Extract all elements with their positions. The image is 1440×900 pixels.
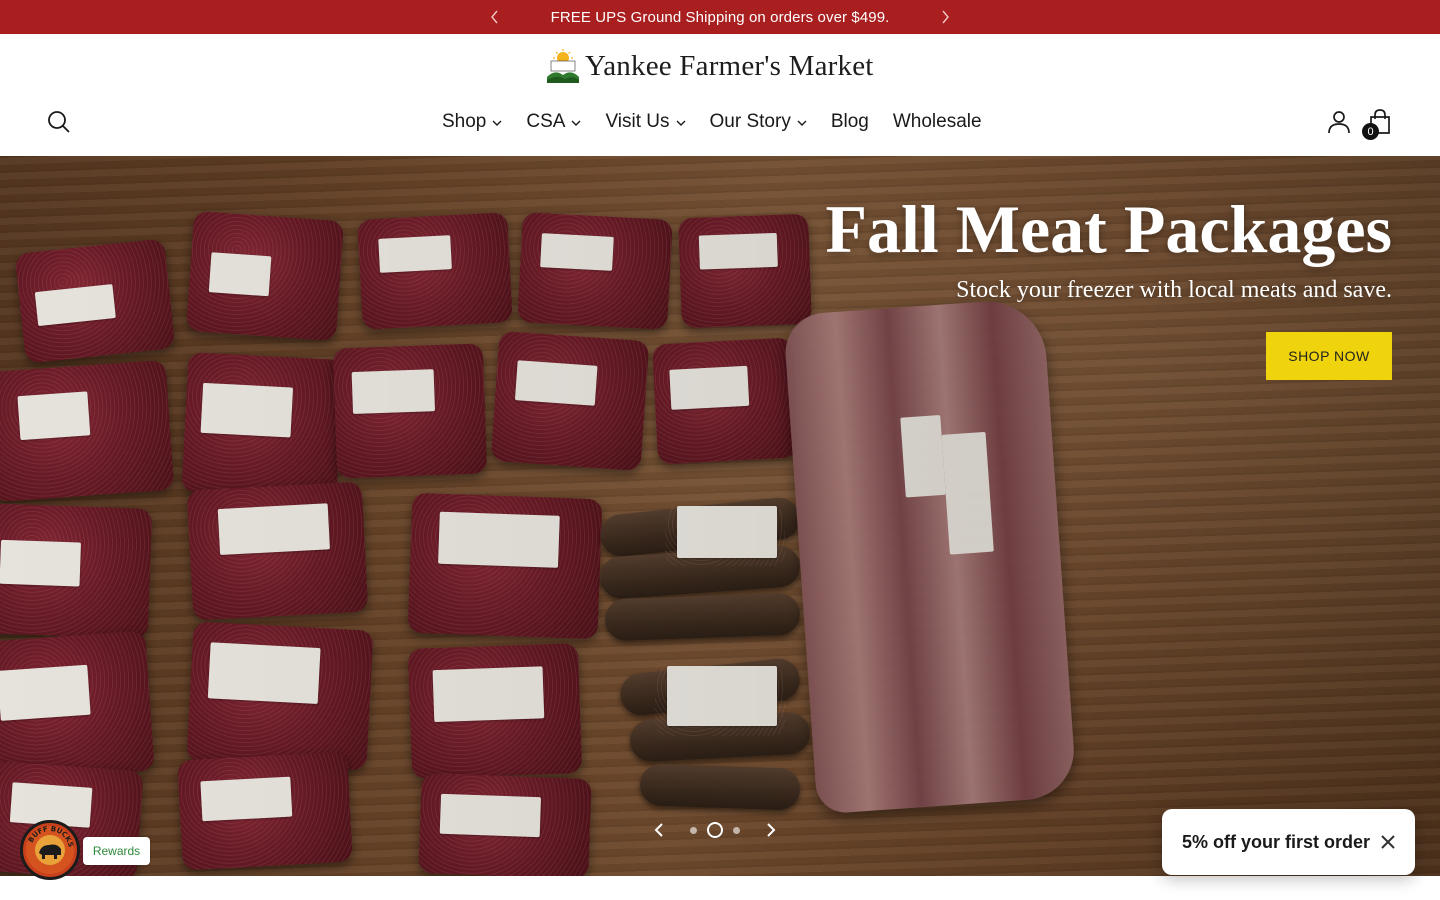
announcement-text[interactable]: FREE UPS Ground Shipping on orders over … — [551, 9, 890, 26]
slider-dot-2[interactable] — [707, 822, 723, 838]
search-icon — [48, 111, 70, 133]
nav-item-label: Our Story — [709, 111, 791, 132]
rewards-badge[interactable]: BUFF BUCKS — [20, 820, 80, 880]
user-icon — [1328, 111, 1350, 134]
hero-title: Fall Meat Packages — [825, 191, 1392, 267]
nav-item-label: Wholesale — [892, 111, 982, 132]
site-logo[interactable]: Yankee Farmer's Market — [547, 48, 874, 84]
slider-prev-button[interactable] — [648, 819, 670, 841]
shop-now-button[interactable]: SHOP NOW — [1266, 331, 1392, 380]
nav-item-our-story[interactable]: Our Story — [710, 111, 807, 133]
rewards-button[interactable]: Rewards — [83, 837, 150, 865]
discount-text: 5% off your first order — [1182, 831, 1371, 852]
announcement-bar: FREE UPS Ground Shipping on orders over … — [0, 0, 1440, 34]
nav-item-label: Visit Us — [605, 111, 670, 132]
nav-item-visit-us[interactable]: Visit Us — [605, 111, 686, 133]
discount-popup[interactable]: 5% off your first order — [1162, 809, 1415, 875]
nav-item-label: CSA — [526, 111, 566, 132]
slider-controls — [648, 818, 782, 842]
hero-content: Fall Meat Packages Stock your freezer wi… — [825, 192, 1392, 380]
announcement-next-button[interactable] — [936, 8, 954, 26]
site-header: Yankee Farmer's Market Shop CSA Visit Us… — [0, 34, 1440, 156]
close-icon — [1381, 835, 1395, 849]
search-button[interactable] — [46, 109, 72, 135]
chevron-right-icon — [942, 10, 949, 24]
chevron-left-icon — [654, 823, 663, 837]
chevron-left-icon — [491, 10, 498, 24]
nav-item-shop[interactable]: Shop — [442, 111, 502, 133]
discount-close-button[interactable] — [1379, 833, 1397, 851]
nav-item-csa[interactable]: CSA — [526, 111, 581, 133]
chevron-down-icon — [797, 120, 807, 126]
slider-dots — [690, 822, 740, 838]
main-nav: Shop CSA Visit Us Our Story Blog Wholesa… — [442, 108, 982, 136]
hero-subtitle: Stock your freezer with local meats and … — [956, 276, 1392, 303]
chevron-down-icon — [492, 120, 502, 126]
chevron-down-icon — [571, 120, 581, 126]
announcement-prev-button[interactable] — [486, 8, 504, 26]
account-button[interactable] — [1326, 109, 1352, 135]
nav-item-wholesale[interactable]: Wholesale — [893, 111, 982, 133]
nav-item-blog[interactable]: Blog — [831, 111, 869, 133]
hero-banner: Fall Meat Packages Stock your freezer wi… — [0, 156, 1440, 876]
logo-mark-icon — [547, 49, 579, 83]
bison-logo-icon: BUFF BUCKS — [26, 825, 75, 874]
cart-count-badge: 0 — [1362, 123, 1379, 140]
slider-dot-1[interactable] — [690, 826, 697, 834]
slider-dot-3[interactable] — [733, 826, 740, 834]
nav-item-label: Blog — [830, 111, 869, 132]
chevron-right-icon — [767, 823, 776, 837]
chevron-down-icon — [676, 120, 686, 126]
logo-text: Yankee Farmer's Market — [585, 49, 874, 82]
slider-next-button[interactable] — [760, 819, 782, 841]
nav-item-label: Shop — [442, 111, 487, 132]
